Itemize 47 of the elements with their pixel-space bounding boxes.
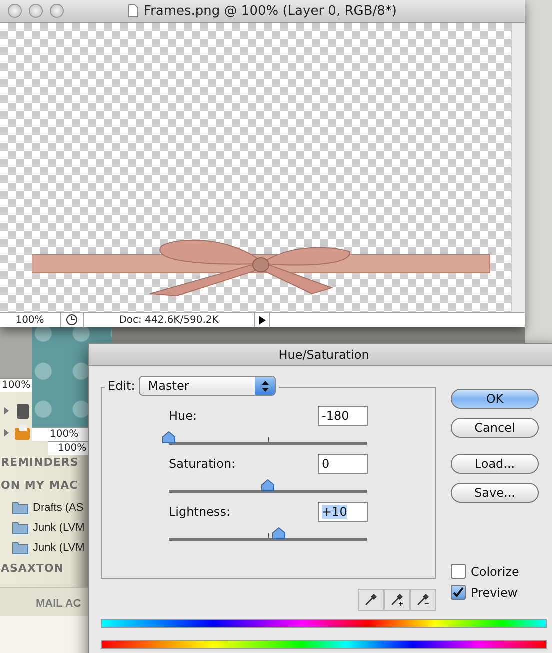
slider-thumb[interactable] — [272, 527, 286, 540]
zoom-level: 100% — [48, 441, 88, 455]
value-field[interactable]: +10 — [318, 502, 368, 522]
slider-label: Saturation: — [169, 457, 236, 471]
value-field[interactable]: -180 — [318, 406, 368, 426]
mailbox-item[interactable]: Drafts (AS — [0, 498, 84, 518]
window-control-button[interactable] — [29, 4, 43, 18]
folder-icon — [12, 521, 29, 535]
eyedropper-minus-icon — [416, 593, 430, 607]
edit-label: Edit: — [108, 379, 136, 393]
dialog-button[interactable]: Load... — [451, 454, 539, 474]
up-down-arrows-icon — [262, 380, 269, 392]
slider-label: Lightness: — [169, 505, 230, 519]
window-control-button[interactable] — [8, 4, 22, 18]
slider-thumb[interactable] — [162, 431, 176, 444]
default-button[interactable]: OK — [451, 389, 539, 409]
document-size: Doc: 442.6K/590.2K — [119, 314, 219, 326]
folder-icon — [12, 501, 29, 515]
value-field[interactable]: 0 — [318, 454, 368, 474]
dialog-button[interactable]: Cancel — [451, 418, 539, 438]
checkbox-label: Preview — [471, 586, 518, 600]
dialog-button[interactable]: Save... — [451, 483, 539, 503]
play-arrow-icon[interactable] — [258, 316, 266, 324]
window-title: Frames.png @ 100% (Layer 0, RGB/8*) — [144, 4, 397, 18]
slider-thumb[interactable] — [261, 479, 275, 492]
sidebar-heading: ASAXTON — [0, 561, 65, 577]
document-icon — [128, 4, 140, 18]
eyedropper-button[interactable] — [358, 589, 384, 611]
eyedropper-icon — [364, 593, 378, 607]
checkbox-label: Colorize — [471, 564, 520, 578]
mailbox-item[interactable]: Junk (LVM — [0, 538, 85, 558]
folder-icon — [12, 541, 29, 555]
sidebar-heading: ON MY MAC — [0, 478, 80, 494]
eyedropper-button[interactable] — [410, 589, 436, 611]
sidebar-footer: MAIL AC — [0, 587, 88, 616]
checkbox[interactable] — [451, 585, 466, 600]
mailbox-item[interactable]: Junk (LVM — [0, 518, 85, 538]
eyedropper-button[interactable] — [384, 589, 410, 611]
slider-label: Hue: — [169, 409, 198, 423]
mailbox-icon — [3, 424, 33, 442]
zoom-level: 100% — [16, 314, 44, 326]
edit-dropdown[interactable]: Master — [139, 376, 276, 396]
window-control-button[interactable] — [50, 4, 64, 18]
sidebar-heading: REMINDERS — [0, 455, 80, 471]
eyedropper-plus-icon — [390, 593, 404, 607]
checkbox[interactable] — [451, 564, 466, 579]
dialog-title: Hue/Saturation — [89, 344, 552, 366]
